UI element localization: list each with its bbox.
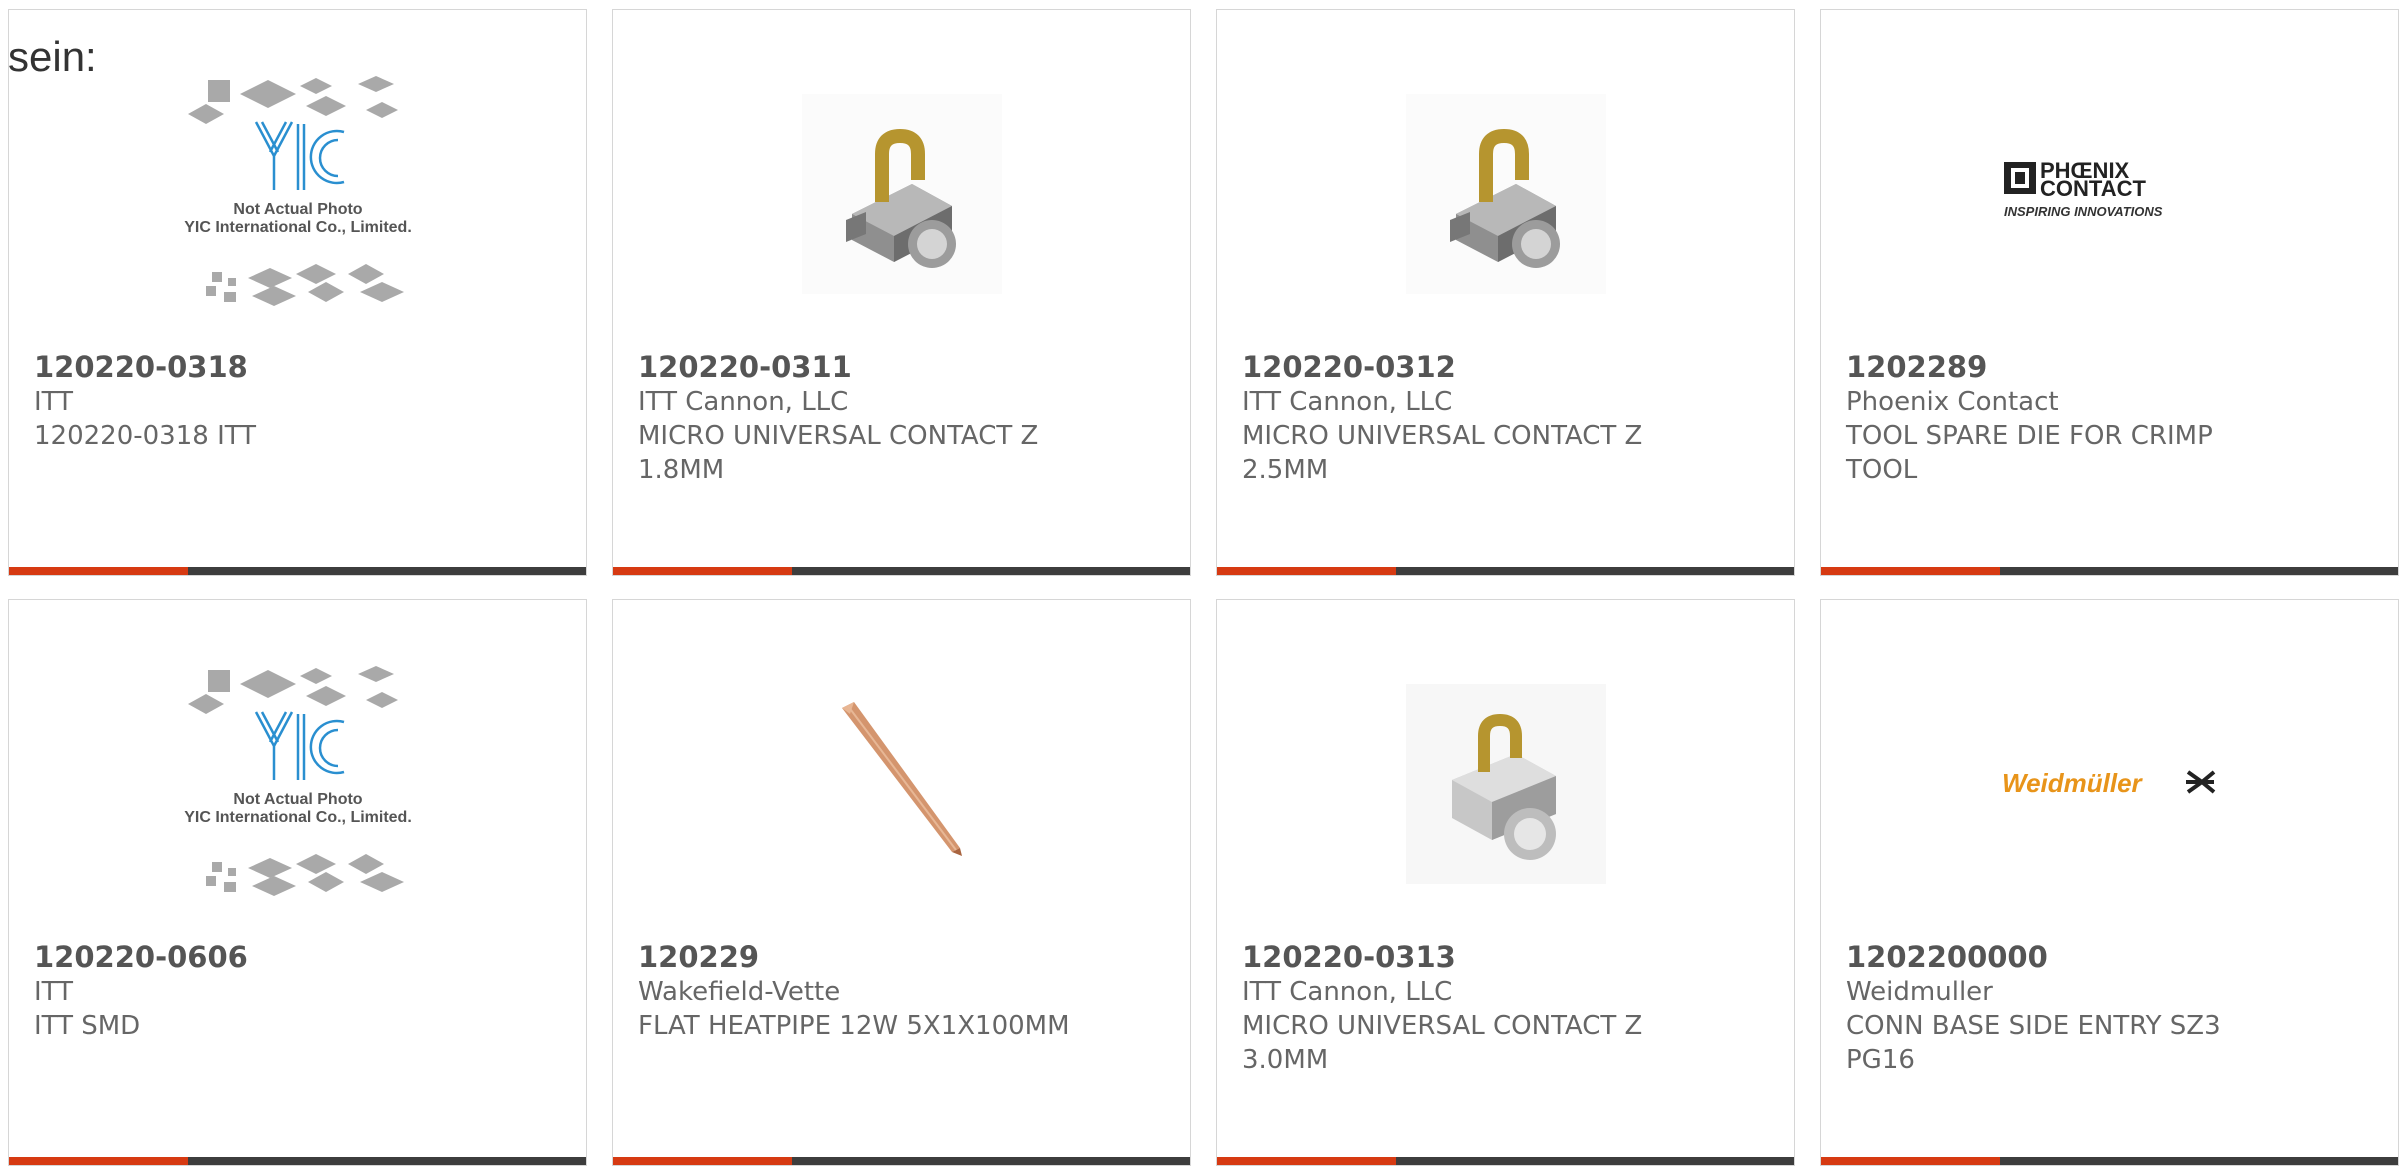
contact-photo — [1405, 684, 1606, 884]
card-bottom-bar — [613, 567, 1190, 575]
card-accent — [613, 567, 792, 575]
weidmuller-wordmark: Weidmüller — [2002, 768, 2144, 798]
product-info: 120220-0318 ITT 120220-0318 ITT — [34, 350, 566, 453]
product-info: 120220-0313 ITT Cannon, LLC MICRO UNIVER… — [1242, 940, 1774, 1077]
card-bottom-bar — [9, 1157, 586, 1165]
description-line: 3.0MM — [1242, 1045, 1329, 1075]
card-accent — [9, 567, 188, 575]
part-number-link[interactable]: 120220-0312 — [1242, 350, 1774, 385]
description-line: MICRO UNIVERSAL CONTACT Z — [1242, 1011, 1643, 1041]
placeholder-image: Not Actual Photo YIC International Co., … — [184, 666, 412, 896]
product-image[interactable] — [613, 634, 1190, 934]
logo-tagline: INSPIRING INNOVATIONS — [2004, 204, 2163, 219]
product-image[interactable]: Weidmüller — [1821, 634, 2398, 934]
description-line: TOOL — [1846, 455, 1918, 485]
manufacturer: ITT Cannon, LLC — [1242, 387, 1453, 417]
product-info: 120229 Wakefield-Vette FLAT HEATPIPE 12W… — [638, 940, 1170, 1043]
description-line: TOOL SPARE DIE FOR CRIMP — [1846, 421, 2213, 451]
manufacturer: Phoenix Contact — [1846, 387, 2059, 417]
placeholder-image: Not Actual Photo YIC International Co., … — [184, 76, 412, 306]
description-line: FLAT HEATPIPE 12W 5X1X100MM — [638, 1011, 1070, 1041]
card-bottom-bar — [1217, 1157, 1794, 1165]
product-info: 1202200000 Weidmuller CONN BASE SIDE ENT… — [1846, 940, 2378, 1077]
manufacturer: Wakefield-Vette — [638, 977, 841, 1007]
description-line: CONN BASE SIDE ENTRY SZ3 — [1846, 1011, 2221, 1041]
product-image[interactable] — [1217, 634, 1794, 934]
card-accent — [613, 1157, 792, 1165]
product-card[interactable]: PHŒNIX CONTACT INSPIRING INNOVATIONS 120… — [1820, 9, 2399, 576]
intro-text: sein: — [8, 33, 97, 80]
product-image-placeholder[interactable]: Not Actual Photo YIC International Co., … — [9, 634, 586, 934]
description-line: ITT SMD — [34, 1011, 141, 1041]
description-line: 120220-0318 ITT — [34, 421, 257, 451]
manufacturer: Weidmuller — [1846, 977, 1993, 1007]
contact-photo — [801, 94, 1002, 294]
placeholder-caption-1: Not Actual Photo — [233, 201, 362, 218]
part-number-link[interactable]: 120220-0311 — [638, 350, 1170, 385]
heatpipe-photo — [841, 702, 962, 856]
product-image-placeholder[interactable]: Not Actual Photo YIC International Co., … — [9, 44, 586, 344]
card-bottom-bar — [9, 567, 586, 575]
product-info: 120220-0606 ITT ITT SMD — [34, 940, 566, 1043]
manufacturer: ITT — [34, 977, 73, 1007]
part-number-link[interactable]: 120220-0318 — [34, 350, 566, 385]
product-info: 1202289 Phoenix Contact TOOL SPARE DIE F… — [1846, 350, 2378, 487]
logo-line-2: CONTACT — [2040, 176, 2146, 201]
card-bottom-bar — [1821, 567, 2398, 575]
part-number-link[interactable]: 120229 — [638, 940, 1170, 975]
description-line: 1.8MM — [638, 455, 725, 485]
card-accent — [1821, 567, 2000, 575]
card-accent — [1217, 1157, 1396, 1165]
description-line: MICRO UNIVERSAL CONTACT Z — [1242, 421, 1643, 451]
product-card[interactable]: 120220-0313 ITT Cannon, LLC MICRO UNIVER… — [1216, 599, 1795, 1166]
product-info: 120220-0312 ITT Cannon, LLC MICRO UNIVER… — [1242, 350, 1774, 487]
phoenix-contact-logo: PHŒNIX CONTACT INSPIRING INNOVATIONS — [2003, 158, 2163, 219]
product-card[interactable]: 120220-0311 ITT Cannon, LLC MICRO UNIVER… — [612, 9, 1191, 576]
part-number-link[interactable]: 120220-0313 — [1242, 940, 1774, 975]
product-image[interactable] — [613, 44, 1190, 344]
card-bottom-bar — [613, 1157, 1190, 1165]
product-info: 120220-0311 ITT Cannon, LLC MICRO UNIVER… — [638, 350, 1170, 487]
part-number-link[interactable]: 120220-0606 — [34, 940, 566, 975]
manufacturer: ITT Cannon, LLC — [1242, 977, 1453, 1007]
part-number-link[interactable]: 1202200000 — [1846, 940, 2378, 975]
description-line: MICRO UNIVERSAL CONTACT Z — [638, 421, 1039, 451]
part-number-link[interactable]: 1202289 — [1846, 350, 2378, 385]
description-line: 2.5MM — [1242, 455, 1329, 485]
placeholder-caption-2: YIC International Co., Limited. — [184, 809, 412, 826]
placeholder-caption-1: Not Actual Photo — [233, 791, 362, 808]
card-bottom-bar — [1217, 567, 1794, 575]
product-card[interactable]: Not Actual Photo YIC International Co., … — [8, 599, 587, 1166]
product-card[interactable]: 120220-0312 ITT Cannon, LLC MICRO UNIVER… — [1216, 9, 1795, 576]
weidmuller-logo: Weidmüller — [2002, 768, 2215, 798]
manufacturer: ITT — [34, 387, 73, 417]
manufacturer: ITT Cannon, LLC — [638, 387, 849, 417]
contact-photo — [1405, 94, 1606, 294]
card-accent — [9, 1157, 188, 1165]
description-line: PG16 — [1846, 1045, 1915, 1075]
product-card[interactable]: Weidmüller 1202200000 Weidmuller CONN BA… — [1820, 599, 2399, 1166]
placeholder-caption-2: YIC International Co., Limited. — [184, 219, 412, 236]
product-card[interactable]: 120229 Wakefield-Vette FLAT HEATPIPE 12W… — [612, 599, 1191, 1166]
card-bottom-bar — [1821, 1157, 2398, 1165]
product-image[interactable] — [1217, 44, 1794, 344]
card-accent — [1217, 567, 1396, 575]
card-accent — [1821, 1157, 2000, 1165]
product-image[interactable]: PHŒNIX CONTACT INSPIRING INNOVATIONS — [1821, 44, 2398, 344]
product-card[interactable]: Not Actual Photo YIC International Co., … — [8, 9, 587, 576]
